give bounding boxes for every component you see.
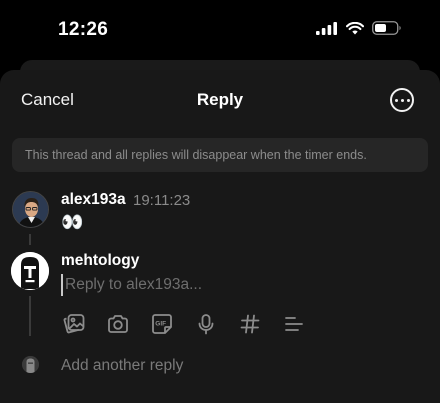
- cancel-button[interactable]: Cancel: [21, 90, 74, 110]
- gallery-icon[interactable]: [58, 311, 90, 337]
- post-timestamp: 19:11:23: [133, 192, 191, 209]
- status-time: 12:26: [58, 19, 109, 40]
- status-bar: 12:26: [0, 0, 440, 60]
- camera-icon[interactable]: [102, 311, 134, 337]
- post-username[interactable]: alex193a: [61, 191, 126, 209]
- avatar[interactable]: [12, 191, 49, 228]
- avatar: [22, 356, 39, 373]
- gif-icon[interactable]: GIF: [146, 311, 178, 337]
- disappear-notice: This thread and all replies will disappe…: [12, 138, 428, 172]
- thread-line: [29, 296, 31, 336]
- reply-sheet: Cancel Reply This thread and all replies…: [0, 70, 440, 403]
- signal-icon: [316, 21, 337, 35]
- avatar[interactable]: [11, 252, 49, 290]
- battery-icon: [372, 21, 401, 35]
- reply-input[interactable]: [61, 274, 361, 296]
- microphone-icon[interactable]: [190, 311, 222, 337]
- thread-line: [29, 234, 31, 245]
- post-text: 👀: [61, 212, 84, 232]
- reply-toolbar: GIF: [58, 311, 310, 337]
- svg-text:GIF: GIF: [155, 321, 166, 328]
- avatar-image: [11, 252, 49, 290]
- sheet-header: Cancel Reply: [0, 70, 440, 128]
- hashtag-icon[interactable]: [234, 311, 266, 337]
- reply-username: mehtology: [61, 252, 140, 269]
- more-icon[interactable]: [390, 88, 414, 112]
- avatar-image: [22, 356, 39, 373]
- add-another-reply[interactable]: Add another reply: [61, 357, 183, 375]
- wifi-icon: [346, 21, 364, 34]
- poll-icon[interactable]: [278, 311, 310, 337]
- avatar-image: [13, 192, 48, 227]
- status-icons: [316, 21, 402, 35]
